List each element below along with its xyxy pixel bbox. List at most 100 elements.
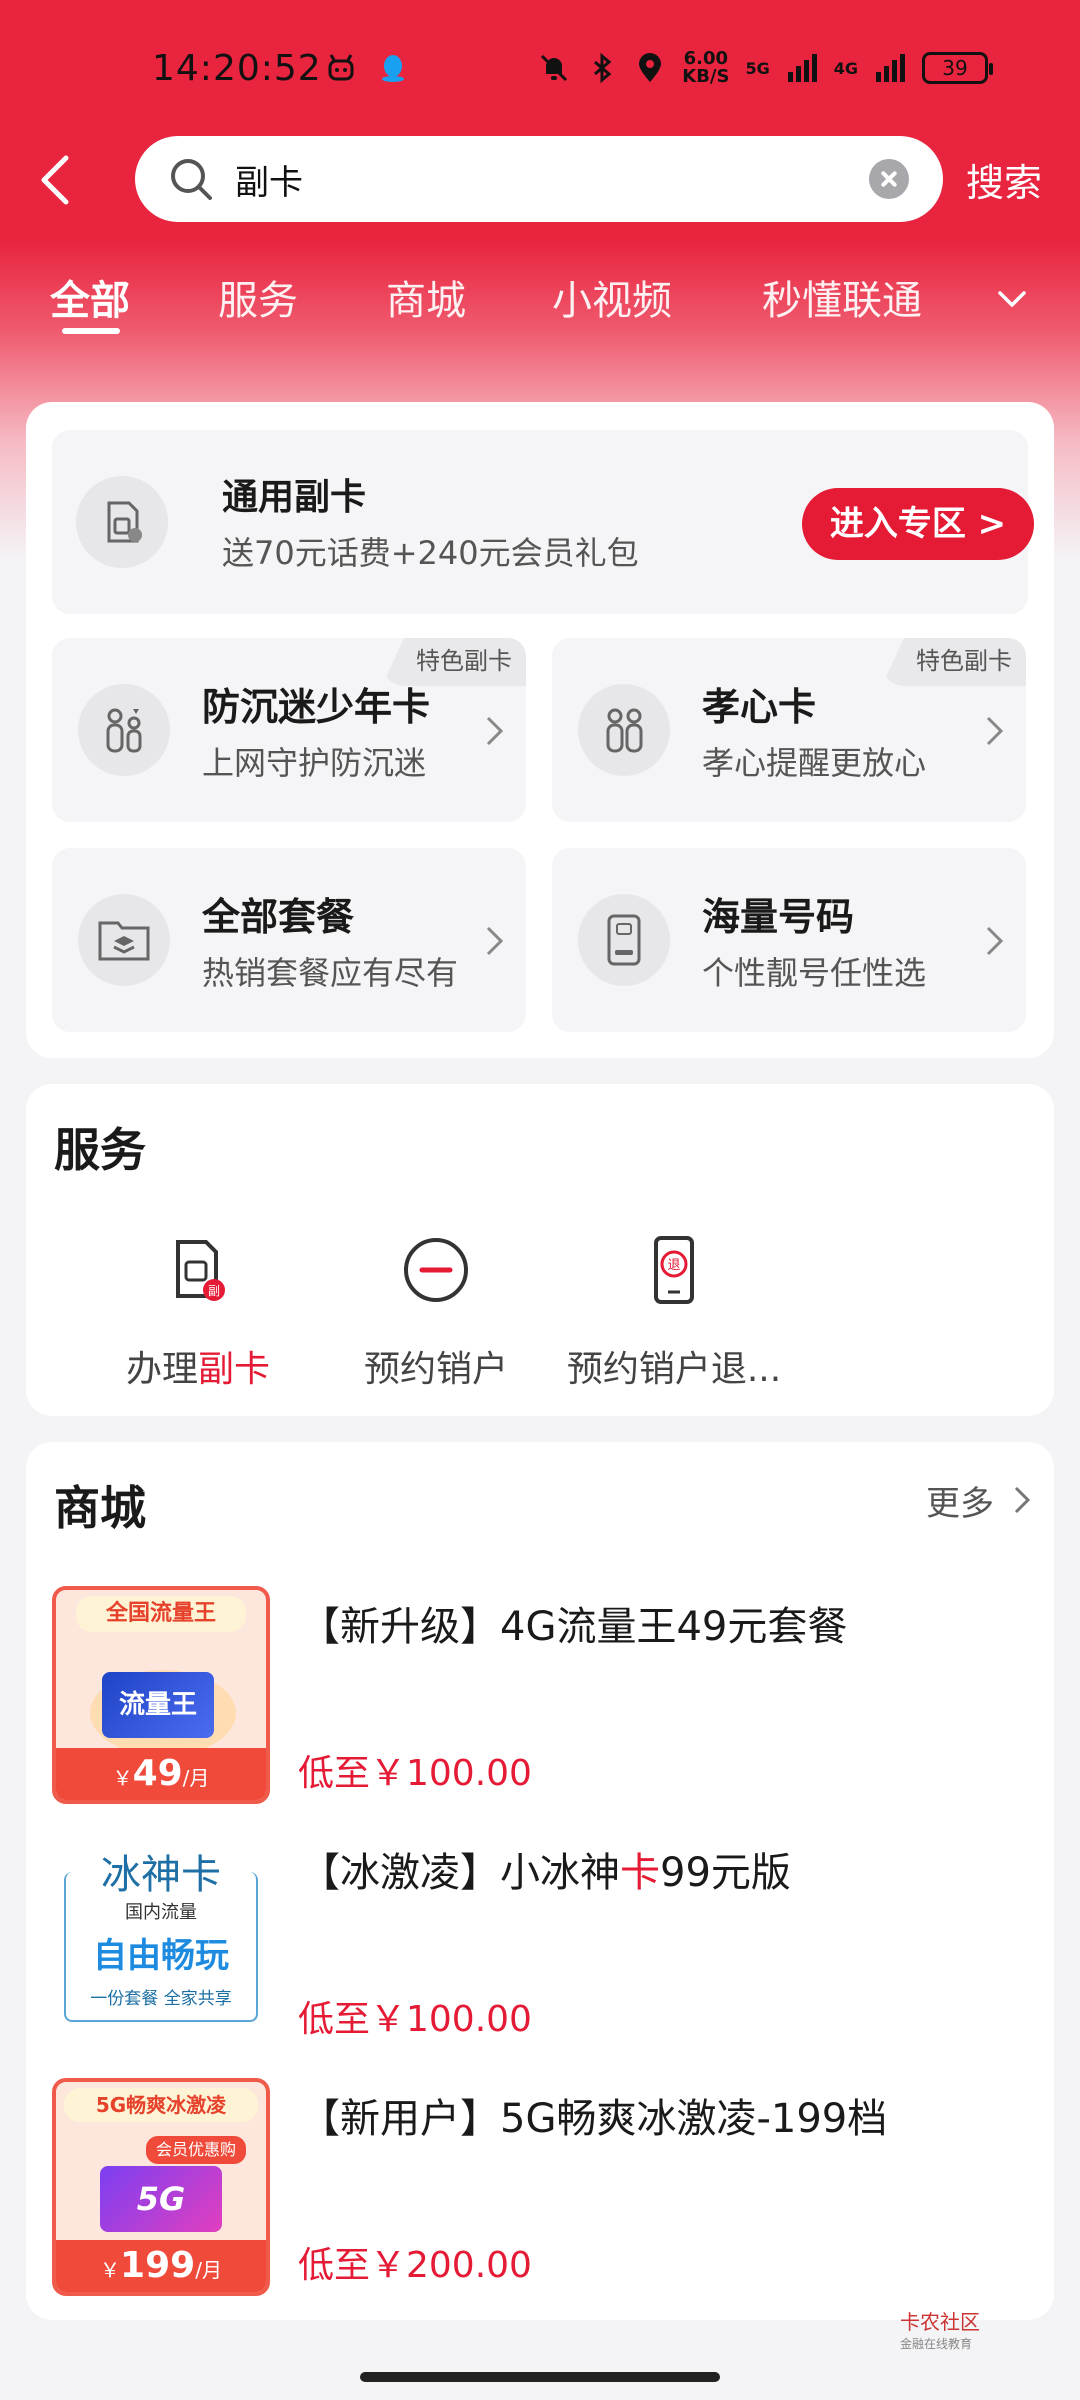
product-title: 【冰激凌】小冰神卡99元版 — [300, 1840, 791, 1898]
service-reserve-cancel[interactable]: 预约销户 — [316, 1230, 556, 1392]
clear-icon[interactable] — [869, 159, 909, 199]
more-link[interactable]: 更多 — [926, 1476, 994, 1525]
product-title-text: 【冰激凌】小冰神 — [300, 1850, 620, 1896]
refund-phone-icon: 退 — [654, 1236, 694, 1304]
product-title-highlight: 卡 — [620, 1850, 660, 1896]
signal-icon-2 — [876, 54, 905, 82]
chevron-right-icon — [986, 716, 1004, 746]
product-item[interactable]: 冰神卡 国内流量 自由畅玩 一份套餐 全家共享 【冰激凌】小冰神卡99元版 低至… — [26, 1832, 1054, 2062]
product-image-5g: 5G畅爽冰激凌 会员优惠购 5G ￥199/月 — [52, 2078, 270, 2296]
back-arrow-icon[interactable] — [30, 148, 90, 212]
product-price: 低至￥200.00 — [298, 2245, 532, 2286]
service-label: 办理副卡 — [78, 1340, 318, 1392]
product-item[interactable]: 全国流量王 流量王 ￥49/月 【新升级】4G流量王49元套餐 低至￥100.0… — [26, 1586, 1054, 1816]
mute-icon — [541, 54, 568, 82]
active-tab-indicator — [62, 328, 120, 334]
mall-section: 商城 更多 全国流量王 流量王 ￥49/月 【新升级】4G流量王49元套餐 低至… — [26, 1442, 1054, 2320]
product-title-text-post: 99元版 — [660, 1850, 791, 1896]
service-title: 服务 — [54, 1123, 146, 1177]
app-notification-icon — [328, 54, 354, 81]
watermark-line2: 金融在线教育 — [900, 2337, 973, 2351]
product-item[interactable]: 5G畅爽冰激凌 会员优惠购 5G ￥199/月 【新用户】5G畅爽冰激凌-199… — [26, 2078, 1054, 2308]
product-image-banner: 全国流量王 — [76, 1596, 246, 1632]
promo-title: 通用副卡 — [222, 477, 367, 518]
service-label: 预约销户 — [363, 1349, 508, 1390]
img-price-value: 199 — [120, 2245, 196, 2286]
location-icon — [639, 53, 662, 82]
sub-card-sim-icon: 副 — [176, 1240, 225, 1301]
search-input[interactable] — [235, 159, 869, 199]
service-label-highlight: 副卡 — [198, 1349, 271, 1390]
enter-zone-button[interactable]: 进入专区 > — [802, 488, 1034, 560]
phone-number-icon — [578, 894, 670, 986]
product-title: 【新用户】5G畅爽冰激凌-199档 — [300, 2086, 887, 2144]
tile-subtitle: 上网守护防沉迷 — [202, 744, 427, 782]
img-line-3: 自由畅玩 — [93, 1936, 229, 1976]
img-price-unit: /月 — [182, 1766, 210, 1790]
tile-anti-addiction-card[interactable]: 特色副卡 防沉迷少年卡 上网守护防沉迷 — [52, 638, 526, 822]
tile-title: 全部套餐 — [202, 895, 355, 939]
signal-5g-label: 5G — [745, 58, 770, 78]
img-price-currency: ￥ — [100, 2258, 121, 2282]
tile-subtitle: 孝心提醒更放心 — [702, 744, 927, 782]
chevron-right-icon — [486, 926, 504, 956]
tab-service[interactable]: 服务 — [218, 268, 298, 326]
home-indicator[interactable] — [360, 2372, 720, 2382]
search-icon — [171, 159, 212, 200]
watermark-line1: 卡农社区 — [900, 2310, 980, 2334]
product-title-text: 【新升级】4G流量王49元套餐 — [300, 1604, 848, 1650]
family-icon — [78, 684, 170, 776]
watermark-logo: 卡农社区 金融在线教育 — [900, 2306, 980, 2352]
status-time: 14:20:52 — [152, 48, 322, 89]
folder-icon — [78, 894, 170, 986]
svg-text:退: 退 — [667, 1258, 680, 1273]
search-button[interactable]: 搜索 — [966, 152, 1042, 207]
tile-filial-card[interactable]: 特色副卡 孝心卡 孝心提醒更放心 — [552, 638, 1026, 822]
tab-mall[interactable]: 商城 — [386, 268, 466, 326]
tile-title: 防沉迷少年卡 — [202, 685, 431, 729]
net-speed: 6.00 KB/S — [682, 50, 729, 86]
product-price: 低至￥100.00 — [298, 1999, 532, 2040]
product-title: 【新升级】4G流量王49元套餐 — [300, 1594, 847, 1652]
qq-icon — [382, 55, 404, 82]
service-reserve-cancel-refund[interactable]: 退 预约销户退... — [554, 1230, 794, 1392]
feature-tag: 特色副卡 — [882, 638, 1026, 686]
search-bar[interactable] — [135, 136, 943, 222]
general-sub-card-promo[interactable]: 通用副卡 送70元话费+240元会员礼包 进入专区 > — [52, 430, 1034, 614]
service-label-prefix: 办理 — [125, 1349, 198, 1390]
tab-unicom-explained[interactable]: 秒懂联通 — [762, 268, 922, 326]
chevron-right-icon — [986, 926, 1004, 956]
battery-indicator: 39 — [922, 52, 993, 84]
chevron-down-icon[interactable] — [995, 284, 1029, 314]
img-price-currency: ￥ — [112, 1766, 133, 1790]
tile-all-plans[interactable]: 全部套餐 热销套餐应有尽有 — [52, 848, 526, 1032]
product-image-badge: 会员优惠购 — [146, 2136, 246, 2164]
sub-card-panel: 通用副卡 送70元话费+240元会员礼包 进入专区 > 特色副卡 防沉迷少年卡 … — [26, 402, 1054, 1058]
tile-title: 孝心卡 — [702, 685, 817, 729]
mall-title: 商城 — [54, 1481, 146, 1535]
product-image-price: ￥49/月 — [56, 1748, 266, 1800]
product-image-banner: 5G畅爽冰激凌 — [64, 2088, 258, 2122]
tile-phone-numbers[interactable]: 海量号码 个性靓号任性选 — [552, 848, 1026, 1032]
service-section: 服务 副 办理副卡 预约销户 退 预约销户退... — [26, 1084, 1054, 1416]
status-bar: 14:20:52 6.00 KB/S 5G 4G 39 — [0, 0, 1080, 140]
product-price: 低至￥100.00 — [298, 1753, 532, 1794]
service-label: 预约销户退... — [566, 1349, 782, 1390]
tab-short-video[interactable]: 小视频 — [552, 268, 672, 326]
promo-subtitle: 送70元话费+240元会员礼包 — [222, 534, 639, 572]
tile-subtitle: 热销套餐应有尽有 — [202, 954, 459, 992]
product-image-liuliangwang: 全国流量王 流量王 ￥49/月 — [52, 1586, 270, 1804]
product-title-text: 【新用户】5G畅爽冰激凌-199档 — [300, 2096, 888, 2142]
tile-title: 海量号码 — [702, 895, 855, 939]
product-image-main: 5G — [100, 2166, 222, 2232]
product-image-main: 流量王 — [102, 1672, 214, 1738]
service-apply-sub-card[interactable]: 副 办理副卡 — [78, 1230, 318, 1392]
chevron-right-icon — [486, 716, 504, 746]
bluetooth-icon — [594, 52, 612, 84]
chevron-right-icon[interactable] — [1012, 1484, 1032, 1516]
tab-all[interactable]: 全部 — [50, 268, 130, 326]
signal-4g-label: 4G — [833, 58, 858, 78]
img-line-2: 国内流量 — [125, 1902, 197, 1923]
img-price-unit: /月 — [195, 2258, 222, 2282]
signal-icon — [787, 54, 817, 82]
